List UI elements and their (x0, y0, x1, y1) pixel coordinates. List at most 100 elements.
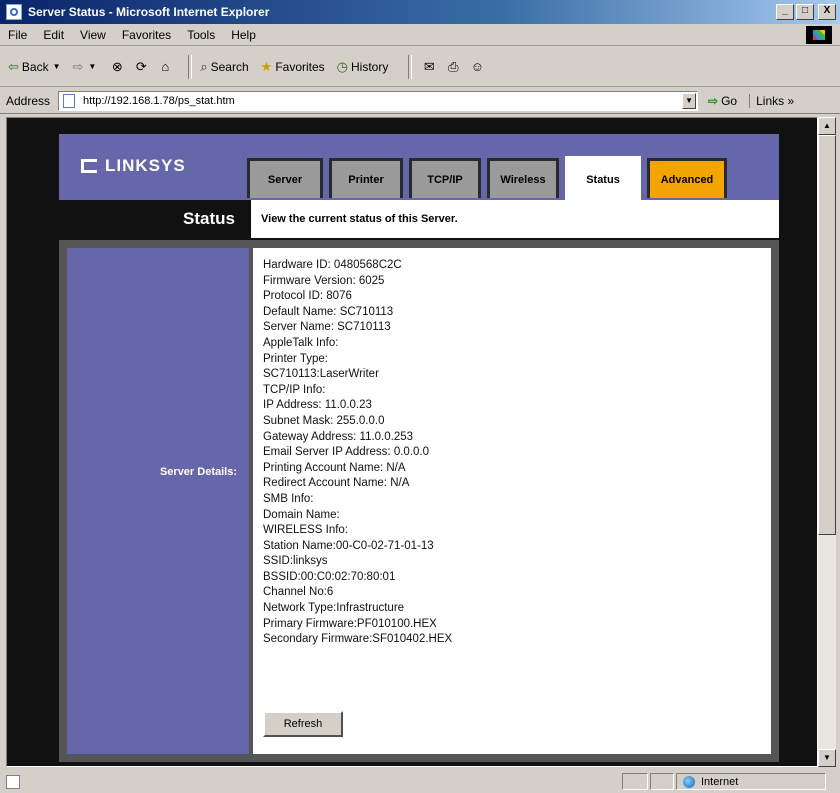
detail-line: BSSID:00:C0:02:70:80:01 (263, 570, 396, 583)
address-input[interactable]: http://192.168.1.78/ps_stat.htm ▼ (58, 90, 699, 111)
browser-viewport: LINKSYS Server Printer TCP/IP Wireless S… (6, 117, 818, 767)
back-arrow-icon: ⇦ (8, 58, 19, 74)
history-button[interactable]: ◷ History (337, 59, 389, 75)
favorites-label: Favorites (275, 59, 325, 74)
tab-printer[interactable]: Printer (329, 158, 403, 198)
forward-arrow-icon: ⇨ (72, 58, 84, 74)
details-label-column: Server Details: (67, 248, 249, 754)
details-content: Hardware ID: 0480568C2C Firmware Version:… (253, 248, 771, 754)
detail-line: SC710113:LaserWriter (263, 368, 379, 381)
ie-icon (6, 4, 22, 20)
menu-view[interactable]: View (80, 28, 106, 42)
menu-favorites[interactable]: Favorites (122, 28, 171, 42)
server-details-label: Server Details: (159, 466, 237, 478)
zone-label: Internet (701, 775, 739, 788)
nav-tabs: Server Printer TCP/IP Wireless Status Ad… (247, 156, 733, 200)
links-button[interactable]: Links » (749, 93, 794, 108)
refresh-button[interactable]: Refresh (263, 711, 343, 737)
detail-line: Station Name:00-C0-02-71-01-13 (263, 539, 434, 552)
back-button[interactable]: ⇦ Back ▼ (8, 59, 61, 75)
detail-line: Printing Account Name: N/A (263, 461, 406, 474)
menu-file[interactable]: File (8, 28, 27, 42)
detail-line: IP Address: 11.0.0.23 (263, 399, 372, 412)
minimize-button[interactable]: _ (776, 4, 794, 20)
toolbar-separator (188, 54, 193, 79)
window-controls: _ □ X (776, 4, 836, 20)
tab-server[interactable]: Server (247, 158, 323, 198)
menu-edit[interactable]: Edit (43, 28, 64, 42)
detail-line: Redirect Account Name: N/A (263, 477, 410, 490)
detail-line: Protocol ID: 8076 (263, 290, 352, 303)
status-bar: Internet (0, 770, 840, 793)
search-icon: ⌕ (200, 58, 208, 74)
linksys-brand: LINKSYS (105, 156, 186, 175)
address-url: http://192.168.1.78/ps_stat.htm (83, 94, 235, 107)
status-panel-2 (650, 773, 674, 790)
section-header: Status View the current status of this S… (59, 200, 779, 238)
section-description: View the current status of this Server. (251, 200, 779, 238)
print-icon[interactable]: ⎙ (444, 58, 462, 76)
home-icon[interactable]: ⌂ (156, 58, 174, 76)
detail-line: Server Name: SC710113 (263, 321, 391, 334)
toolbar-separator (408, 54, 413, 79)
forward-dropdown-icon[interactable]: ▼ (88, 62, 96, 71)
history-icon: ◷ (336, 58, 349, 74)
tab-wireless[interactable]: Wireless (487, 158, 559, 198)
status-panel-1 (622, 773, 648, 790)
menu-bar: File Edit View Favorites Tools Help (0, 24, 840, 46)
detail-line: Email Server IP Address: 0.0.0.0 (263, 446, 429, 459)
tab-tcpip[interactable]: TCP/IP (409, 158, 481, 198)
scroll-down-icon[interactable]: ▼ (818, 749, 836, 767)
window-title: Server Status - Microsoft Internet Explo… (28, 5, 270, 19)
close-button[interactable]: X (818, 4, 836, 20)
back-dropdown-icon[interactable]: ▼ (53, 62, 61, 71)
go-label: Go (721, 93, 738, 108)
address-bar: Address http://192.168.1.78/ps_stat.htm … (0, 88, 840, 114)
detail-line: Default Name: SC710113 (263, 305, 394, 318)
mail-icon[interactable]: ✉ (420, 58, 438, 76)
forward-button[interactable]: ⇨ ▼ (73, 59, 97, 75)
messenger-icon[interactable]: ☺ (468, 58, 486, 76)
detail-line: WIRELESS Info: (263, 524, 349, 537)
page-icon (63, 93, 76, 108)
scroll-thumb[interactable] (818, 135, 836, 535)
detail-line: Firmware Version: 6025 (263, 274, 385, 287)
favorites-icon: ★ (260, 58, 273, 74)
menu-help[interactable]: Help (231, 28, 256, 42)
linksys-header: LINKSYS Server Printer TCP/IP Wireless S… (59, 134, 779, 200)
search-label: Search (210, 59, 249, 74)
server-details-list: Hardware ID: 0480568C2C Firmware Version:… (263, 258, 771, 648)
detail-line: AppleTalk Info: (263, 336, 339, 349)
tab-advanced[interactable]: Advanced (647, 158, 727, 198)
go-arrow-icon: ⇨ (708, 93, 719, 108)
menu-tools[interactable]: Tools (187, 28, 215, 42)
linksys-logo: LINKSYS (81, 156, 186, 176)
scroll-up-icon[interactable]: ▲ (818, 117, 836, 135)
address-dropdown-icon[interactable]: ▼ (682, 92, 697, 109)
search-button[interactable]: ⌕ Search (200, 59, 248, 75)
maximize-button[interactable]: □ (796, 4, 814, 20)
detail-line: Printer Type: (263, 352, 328, 365)
vertical-scrollbar[interactable]: ▲ ▼ (818, 117, 836, 767)
detail-line: Primary Firmware:PF010100.HEX (263, 617, 437, 630)
history-label: History (351, 59, 389, 74)
tab-status[interactable]: Status (565, 156, 641, 200)
detail-line: Gateway Address: 11.0.0.253 (263, 430, 414, 443)
linksys-logo-icon (81, 159, 97, 173)
globe-icon (683, 775, 695, 788)
detail-line: SMB Info: (263, 492, 314, 505)
go-button[interactable]: ⇨ Go (708, 94, 737, 108)
detail-line: Hardware ID: 0480568C2C (263, 259, 402, 271)
title-bar: Server Status - Microsoft Internet Explo… (0, 0, 840, 24)
detail-line: TCP/IP Info: (263, 383, 326, 396)
windows-logo-icon (806, 26, 832, 44)
detail-line: Domain Name: (263, 508, 340, 521)
back-label: Back (21, 59, 49, 74)
page-status-icon (6, 774, 20, 789)
detail-line: Secondary Firmware:SF010402.HEX (263, 633, 453, 646)
security-zone: Internet (676, 773, 826, 790)
stop-icon[interactable]: ⊗ (108, 58, 126, 76)
refresh-icon[interactable]: ⟳ (132, 58, 150, 76)
detail-line: Network Type:Infrastructure (263, 602, 405, 615)
favorites-button[interactable]: ★ Favorites (261, 59, 325, 75)
